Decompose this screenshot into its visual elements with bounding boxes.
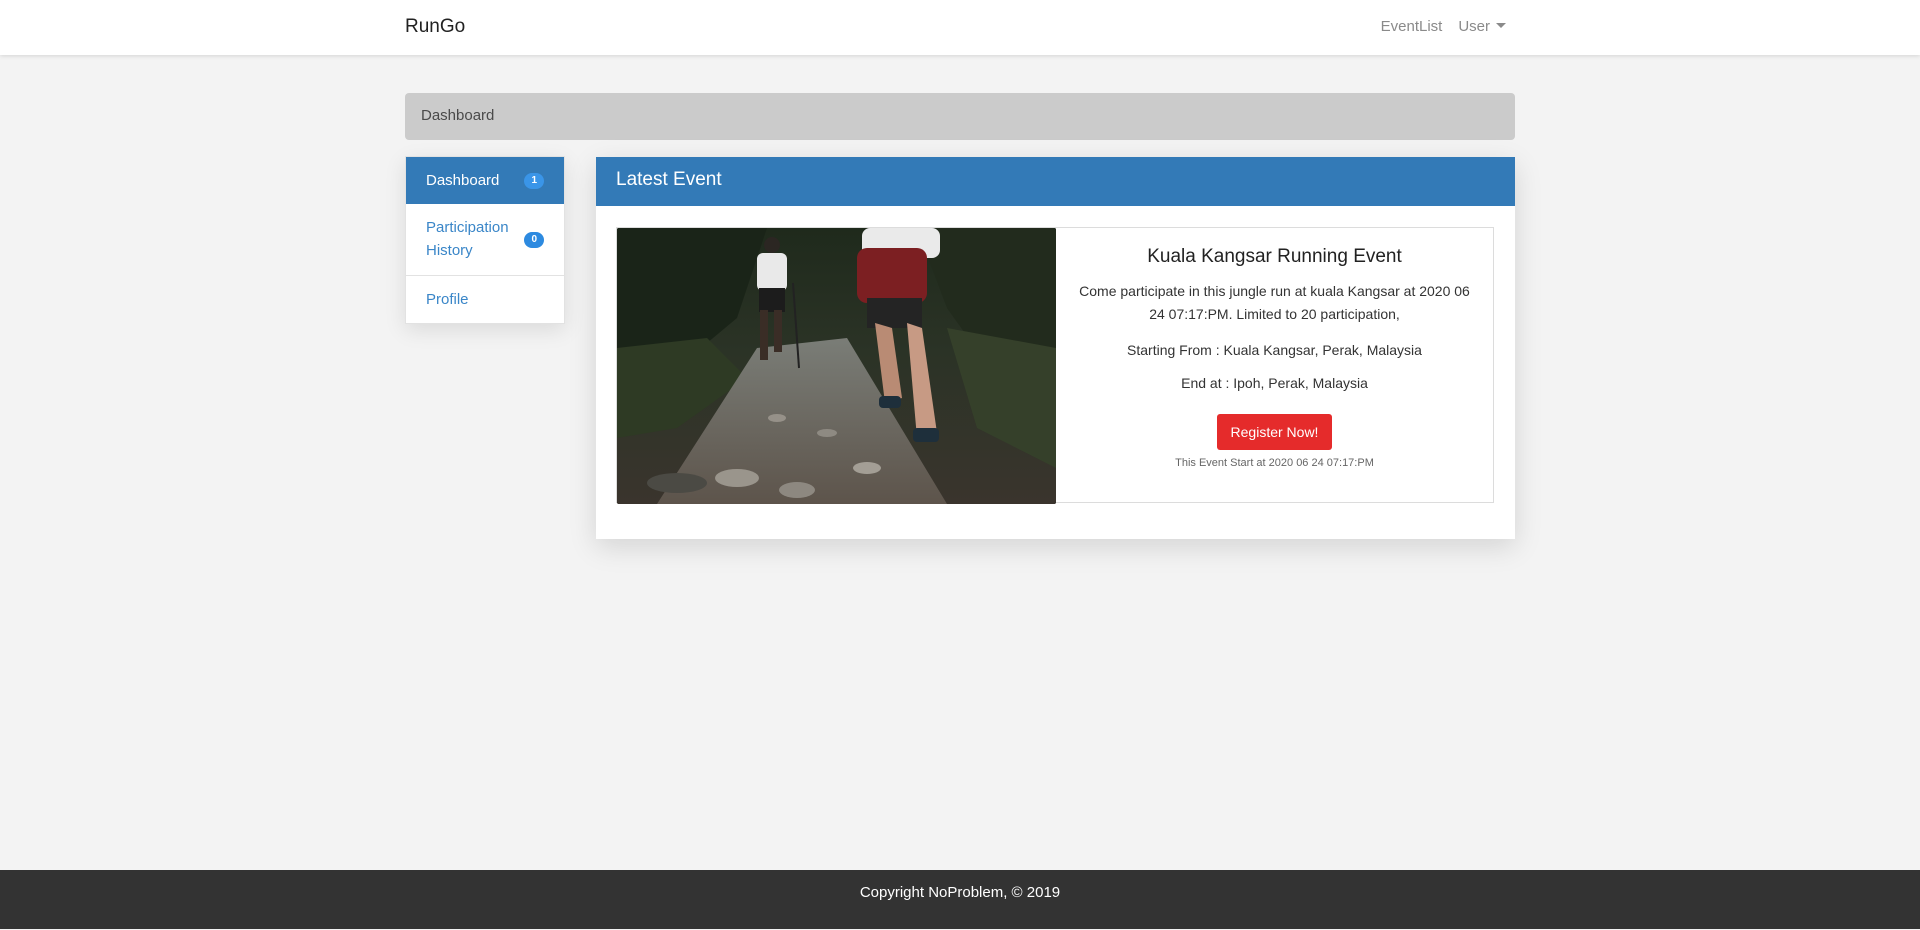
breadcrumb: Dashboard — [405, 93, 1515, 140]
event-starting-from: Starting From : Kuala Kangsar, Perak, Ma… — [1127, 342, 1422, 358]
sidebar-item-dashboard[interactable]: Dashboard 1 — [406, 157, 564, 204]
latest-event-panel: Latest Event Kuala Kangsar Running Event… — [596, 157, 1515, 539]
participation-count-badge: 0 — [524, 231, 544, 248]
nav-link-eventlist[interactable]: EventList — [1381, 18, 1443, 35]
event-description: Come participate in this jungle run at k… — [1079, 283, 1470, 322]
event-details: Kuala Kangsar Running Event Come partici… — [1056, 228, 1493, 502]
event-image — [617, 228, 1056, 504]
sidebar-item-label: Participation History — [426, 219, 509, 259]
user-dropdown-label: User — [1458, 18, 1490, 35]
nav-links: EventList User — [1381, 18, 1506, 35]
panel-header: Latest Event — [596, 157, 1515, 206]
event-title: Kuala Kangsar Running Event — [1147, 246, 1402, 267]
copyright-text: Copyright NoProblem, © 2019 — [859, 884, 1061, 901]
user-dropdown[interactable]: User — [1458, 18, 1506, 35]
event-start-note: This Event Start at 2020 06 24 07:17:PM — [1175, 457, 1374, 469]
sidebar: Dashboard 1 Participation History 0 Prof… — [405, 156, 565, 324]
sidebar-item-participation-history[interactable]: Participation History 0 — [406, 204, 564, 276]
dashboard-count-badge: 1 — [524, 172, 544, 189]
register-now-button[interactable]: Register Now! — [1216, 414, 1333, 450]
sidebar-item-label: Profile — [426, 291, 469, 308]
event-end-at: End at : Ipoh, Perak, Malaysia — [1181, 375, 1368, 391]
sidebar-item-label: Dashboard — [426, 172, 500, 189]
event-card: Kuala Kangsar Running Event Come partici… — [616, 227, 1494, 504]
footer: Copyright NoProblem, © 2019 — [0, 870, 1920, 929]
panel-title: Latest Event — [616, 169, 722, 190]
caret-down-icon — [1496, 23, 1506, 28]
top-navbar: RunGo EventList User — [0, 0, 1920, 55]
brand-logo[interactable]: RunGo — [405, 16, 465, 38]
breadcrumb-label: Dashboard — [421, 107, 495, 124]
sidebar-item-profile[interactable]: Profile — [406, 276, 564, 323]
